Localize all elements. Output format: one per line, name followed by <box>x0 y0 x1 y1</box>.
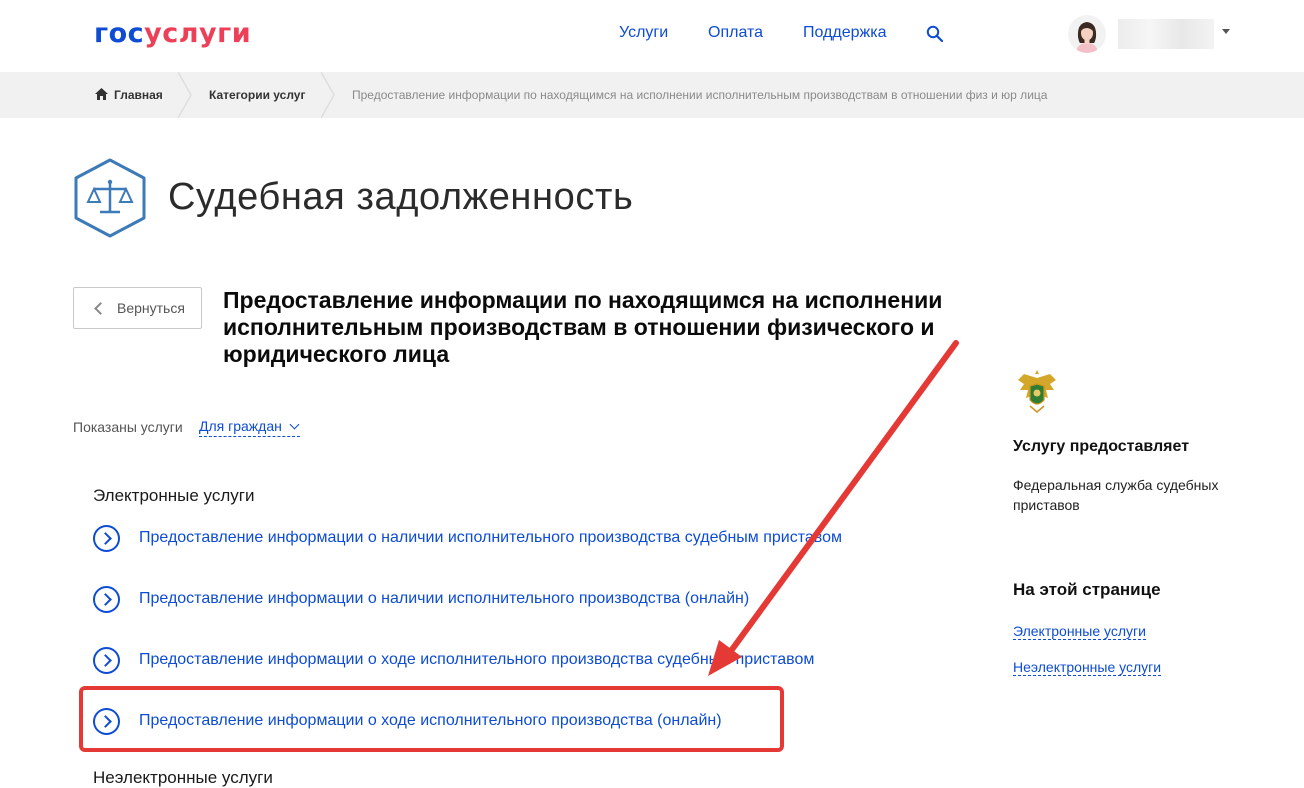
audience-filter-dropdown[interactable]: Для граждан <box>199 418 300 437</box>
chevron-circle-right-icon <box>93 646 120 674</box>
service-link[interactable]: Предоставление информации о ходе исполни… <box>139 651 814 669</box>
site-header: госуслуги Услуги Оплата Поддержка <box>0 0 1304 72</box>
breadcrumb: Главная Категории услуг Предоставление и… <box>0 72 1304 118</box>
service-link[interactable]: Предоставление информации о наличии испо… <box>139 590 749 608</box>
user-name-blurred[interactable] <box>1118 19 1214 49</box>
back-button[interactable]: Вернуться <box>73 287 202 329</box>
service-link[interactable]: Предоставление информации о наличии испо… <box>139 529 842 547</box>
list-item[interactable]: Предоставление информации о ходе исполни… <box>93 646 814 674</box>
scales-icon <box>74 158 146 238</box>
gosuslugi-logo[interactable]: госуслуги <box>94 18 251 49</box>
service-title: Предоставление информации по находящимся… <box>223 287 943 367</box>
provider-name: Федеральная служба судебных приставов <box>1013 477 1219 513</box>
page-title: Судебная задолженность <box>168 176 634 218</box>
chevron-down-icon <box>289 419 300 430</box>
electronic-services-heading: Электронные услуги <box>93 486 255 505</box>
nav-services[interactable]: Услуги <box>619 24 668 42</box>
anchor-link-non-electronic[interactable]: Неэлектронные услуги <box>1013 659 1162 676</box>
breadcrumb-separator <box>178 72 192 118</box>
breadcrumb-home[interactable]: Главная <box>114 88 163 102</box>
fssp-emblem-icon <box>1018 370 1056 413</box>
anchor-link-electronic[interactable]: Электронные услуги <box>1013 623 1146 640</box>
on-page-heading: На этой странице <box>1013 580 1161 599</box>
filter-label: Показаны услуги <box>73 419 183 435</box>
chevron-circle-right-icon <box>93 524 120 552</box>
user-avatar[interactable] <box>1068 15 1106 53</box>
nav-payment[interactable]: Оплата <box>708 24 763 42</box>
breadcrumb-categories[interactable]: Категории услуг <box>209 88 305 102</box>
back-button-label: Вернуться <box>117 300 185 316</box>
list-item[interactable]: Предоставление информации о наличии испо… <box>93 585 749 613</box>
chevron-circle-right-icon <box>93 585 120 613</box>
search-icon[interactable] <box>926 25 944 43</box>
breadcrumb-separator <box>321 72 335 118</box>
non-electronic-services-heading: Неэлектронные услуги <box>93 768 273 787</box>
highlight-box <box>79 686 784 752</box>
chevron-left-icon <box>94 301 107 315</box>
home-icon[interactable] <box>95 88 108 100</box>
nav-support[interactable]: Поддержка <box>803 24 886 42</box>
list-item[interactable]: Предоставление информации о наличии испо… <box>93 524 842 552</box>
audience-filter-value: Для граждан <box>199 418 282 434</box>
provider-heading: Услугу предоставляет <box>1013 438 1190 455</box>
avatar-icon <box>1076 22 1098 53</box>
breadcrumb-current: Предоставление информации по находящимся… <box>352 88 1048 102</box>
chevron-down-icon[interactable] <box>1222 29 1230 34</box>
